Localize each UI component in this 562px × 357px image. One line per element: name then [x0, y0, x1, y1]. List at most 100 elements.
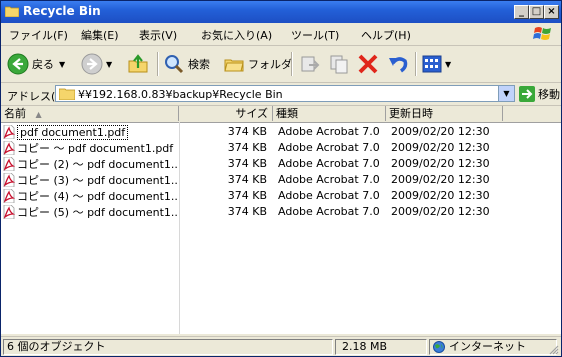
- file-list[interactable]: 名前 ▲ サイズ 種類 更新日時 pdf document1.pdf 374 KB…: [1, 106, 561, 334]
- up-folder-icon: [128, 54, 148, 73]
- chevron-down-icon[interactable]: ▼: [59, 60, 65, 69]
- menu-tools[interactable]: ツール(T): [291, 27, 339, 43]
- file-name: コピー (5) ～ pdf document1...: [17, 206, 178, 219]
- menu-favorites[interactable]: お気に入り(A): [201, 27, 272, 43]
- menu-help[interactable]: ヘルプ(H): [361, 27, 411, 43]
- status-zone-label: インターネット: [449, 340, 526, 353]
- window-title: Recycle Bin: [23, 4, 101, 18]
- file-name: コピー ～ pdf document1.pdf: [17, 142, 174, 155]
- search-label: 検索: [188, 58, 210, 71]
- column-name-label: 名前: [4, 107, 26, 120]
- undo-icon: [389, 57, 408, 73]
- column-header-size[interactable]: サイズ: [179, 106, 273, 121]
- file-modified: 2009/02/20 12:30: [391, 125, 490, 138]
- globe-icon: [433, 341, 445, 353]
- copy-to-icon: [330, 55, 348, 74]
- menu-edit[interactable]: 編集(E): [81, 27, 119, 43]
- file-type: Adobe Acrobat 7.0 ...: [278, 205, 383, 218]
- column-header-type[interactable]: 種類: [273, 106, 386, 121]
- file-size: 374 KB: [227, 189, 267, 202]
- status-bar: 6 個のオブジェクト 2.18 MB インターネット: [1, 336, 561, 356]
- pdf-file-icon: [3, 141, 15, 155]
- maximize-button[interactable]: □: [529, 5, 544, 19]
- file-type: Adobe Acrobat 7.0 ...: [278, 141, 383, 154]
- title-bar[interactable]: Recycle Bin _ □ ×: [1, 1, 561, 23]
- file-name-cell[interactable]: コピー ～ pdf document1.pdf: [3, 140, 178, 156]
- file-type: Adobe Acrobat 7.0 ...: [278, 125, 383, 138]
- menu-view[interactable]: 表示(V): [139, 27, 177, 43]
- file-row[interactable]: pdf document1.pdf 374 KB Adobe Acrobat 7.0…: [1, 124, 561, 140]
- menu-file[interactable]: ファイル(F): [9, 27, 68, 43]
- file-modified: 2009/02/20 12:30: [391, 141, 490, 154]
- explorer-window: Recycle Bin _ □ × ファイル(F) 編集(E) 表示(V) お気…: [0, 0, 562, 357]
- windows-logo-icon: [533, 27, 551, 40]
- file-size: 374 KB: [227, 141, 267, 154]
- folder-icon: [59, 88, 75, 100]
- pdf-file-icon: [3, 205, 15, 219]
- forward-arrow-icon: [81, 53, 103, 75]
- minimize-button[interactable]: _: [514, 5, 529, 19]
- file-type: Adobe Acrobat 7.0 ...: [278, 157, 383, 170]
- file-modified: 2009/02/20 12:30: [391, 173, 490, 186]
- file-modified: 2009/02/20 12:30: [391, 157, 490, 170]
- file-name: コピー (2) ～ pdf document1...: [17, 158, 178, 171]
- file-name-cell[interactable]: コピー (4) ～ pdf document1...: [3, 188, 178, 204]
- file-size: 374 KB: [227, 125, 267, 138]
- back-label: 戻る: [32, 58, 54, 71]
- file-size: 374 KB: [227, 205, 267, 218]
- move-to-icon: [301, 56, 320, 72]
- search-button[interactable]: 検索: [163, 50, 210, 78]
- pdf-file-icon: [3, 173, 15, 187]
- file-row[interactable]: コピー ～ pdf document1.pdf 374 KB Adobe Acrob…: [1, 140, 561, 156]
- resize-grip-icon[interactable]: [547, 343, 559, 355]
- delete-x-icon: [358, 54, 378, 74]
- file-row[interactable]: コピー (4) ～ pdf document1... 374 KB Adobe Ac…: [1, 188, 561, 204]
- views-button[interactable]: ▼: [421, 50, 451, 78]
- chevron-down-icon[interactable]: ▼: [445, 60, 451, 69]
- file-modified: 2009/02/20 12:30: [391, 189, 490, 202]
- file-size: 374 KB: [227, 173, 267, 186]
- go-label: 移動: [538, 88, 560, 101]
- file-name: コピー (3) ～ pdf document1...: [17, 174, 178, 187]
- file-size: 374 KB: [227, 157, 267, 170]
- file-row[interactable]: コピー (5) ～ pdf document1... 374 KB Adobe Ac…: [1, 204, 561, 220]
- folder-icon: [5, 6, 19, 17]
- column-header-name[interactable]: 名前 ▲: [1, 106, 179, 121]
- file-name: pdf document1.pdf: [17, 124, 129, 140]
- address-input[interactable]: ¥¥192.168.0.83¥backup¥Recycle Bin ▼: [55, 85, 515, 102]
- file-name-cell[interactable]: コピー (3) ～ pdf document1...: [3, 172, 178, 188]
- address-dropdown-arrow-icon[interactable]: ▼: [498, 86, 514, 101]
- views-grid-icon: [422, 55, 442, 73]
- forward-button[interactable]: ▼: [81, 50, 112, 78]
- file-name-cell[interactable]: コピー (5) ～ pdf document1...: [3, 204, 178, 220]
- up-folder-button[interactable]: [127, 50, 149, 78]
- back-button[interactable]: 戻る ▼: [7, 50, 65, 78]
- file-name: コピー (4) ～ pdf document1...: [17, 190, 178, 203]
- file-row[interactable]: コピー (3) ～ pdf document1... 374 KB Adobe Ac…: [1, 172, 561, 188]
- undo-button[interactable]: [387, 50, 409, 78]
- move-to-button[interactable]: [299, 50, 321, 78]
- pdf-file-icon: [3, 125, 15, 139]
- copy-to-button[interactable]: [329, 50, 351, 78]
- sort-ascending-icon: ▲: [35, 110, 42, 119]
- back-arrow-icon: [7, 53, 29, 75]
- status-object-count: 6 個のオブジェクト: [3, 339, 333, 355]
- column-headers: 名前 ▲ サイズ 種類 更新日時: [1, 106, 561, 123]
- pdf-file-icon: [3, 189, 15, 203]
- folders-button[interactable]: フォルダ: [223, 50, 292, 78]
- chevron-down-icon[interactable]: ▼: [106, 60, 112, 69]
- close-button[interactable]: ×: [544, 5, 559, 19]
- file-modified: 2009/02/20 12:30: [391, 205, 490, 218]
- delete-button[interactable]: [357, 50, 379, 78]
- file-row[interactable]: コピー (2) ～ pdf document1... 374 KB Adobe Ac…: [1, 156, 561, 172]
- address-bar: アドレス(D) ¥¥192.168.0.83¥backup¥Recycle Bi…: [1, 83, 561, 106]
- file-name-cell[interactable]: pdf document1.pdf: [3, 124, 178, 140]
- status-zone: インターネット: [429, 339, 557, 355]
- folders-icon: [224, 59, 244, 72]
- address-value: ¥¥192.168.0.83¥backup¥Recycle Bin: [78, 88, 283, 101]
- go-button[interactable]: 移動: [519, 86, 560, 102]
- go-arrow-icon: [519, 86, 535, 102]
- file-name-cell[interactable]: コピー (2) ～ pdf document1...: [3, 156, 178, 172]
- column-header-modified[interactable]: 更新日時: [386, 106, 503, 121]
- file-type: Adobe Acrobat 7.0 ...: [278, 189, 383, 202]
